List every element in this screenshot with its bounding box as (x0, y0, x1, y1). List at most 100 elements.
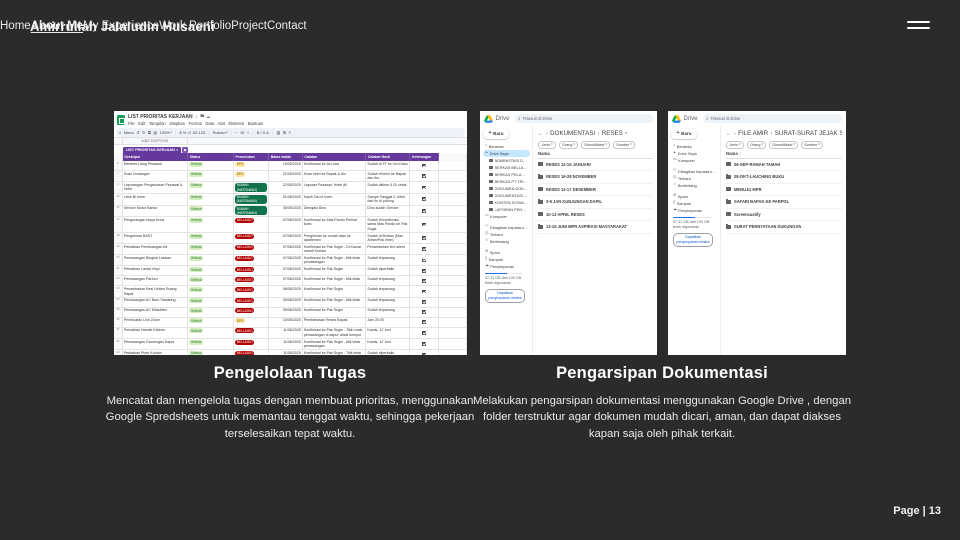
column-header: Keterangan ▾ (410, 153, 439, 161)
filter-chip: Jenis ▾ (726, 140, 745, 149)
sheets-menu-item: File (128, 121, 135, 126)
drive-sidebar-item: ADMINISTASI DPD RI (483, 157, 530, 164)
checkbox-checked-icon (422, 331, 426, 335)
cell-deskripsi: Pemasangan AC Baru Samsung (123, 297, 189, 307)
cell-peruntukan: BELLAGIO (234, 338, 270, 350)
sheet-row: 22 Pemasangan Parfum Selesai BELLAGIO 07… (114, 276, 467, 287)
plus-icon: + (676, 130, 680, 136)
chevron-down-icon: ▾ (818, 142, 820, 146)
cell-keterangan (410, 232, 439, 244)
sidebar-item-icon (489, 165, 493, 169)
folder-icon (538, 174, 543, 179)
cell-catatan-hasil: Penambahan lem silent (366, 244, 411, 255)
status-chip: Selesai (189, 244, 204, 250)
caption-title: Pengelolaan Tugas (213, 364, 367, 382)
fill-color-icon: ▨ (276, 130, 281, 135)
nav-link[interactable]: Contact (267, 20, 307, 32)
drive-sidebar: + Baru Beranda Drive Saya (480, 126, 532, 355)
star-icon: ☆ (194, 114, 199, 119)
cell-batas-waktu: 22/05/2025 (269, 182, 303, 193)
search-icon: ⌕ (706, 116, 709, 121)
drive-folder-row: 10-13 APRIL RESES (538, 209, 653, 221)
peruntukan-chip: BELLAGIO (234, 287, 255, 293)
sidebar-item-icon (489, 193, 493, 197)
drive-folder-row: Screencastify (726, 209, 842, 221)
breadcrumb: ← › FILE AMIR › SURAT-SURAT JEJAK SA... (726, 128, 842, 139)
row-number: 21 (114, 266, 123, 276)
cell-filler (439, 161, 467, 170)
font-name: Roboto (212, 130, 226, 135)
row-number: 33 (114, 350, 123, 355)
cell-deskripsi: Pengiriman BAST (123, 232, 189, 244)
cell-keterangan (410, 286, 439, 297)
cell-catatan-hasil: Sudah terpasang (366, 307, 411, 317)
row-number: 24 (114, 297, 123, 307)
cell-peruntukan: RUMAH (MATRAMAN) (234, 193, 270, 205)
storage-usage-text: 57,31 GB dari 100 GB telah digunakan (673, 220, 710, 229)
status-chip: Selesai (189, 298, 204, 304)
cell-peruntukan: BELLAGIO (234, 244, 270, 255)
cell-peruntukan: BELLAGIO (234, 297, 270, 307)
cell-filler (439, 276, 467, 286)
cell-keterangan (410, 171, 439, 182)
peruntukan-chip: BELLAGIO (234, 328, 255, 334)
caption-body: Mencatat dan mengelola tugas dengan memb… (105, 395, 475, 440)
hamburger-menu-icon[interactable] (907, 21, 930, 33)
cell-deskripsi: Laporangan Pengeluaran Pesawat & Hotel (123, 182, 189, 193)
drive-sidebar-item: Spam (483, 249, 530, 256)
nav-link[interactable]: Home (0, 20, 31, 32)
cell-deskripsi: Pemasangan Parfum (123, 276, 189, 286)
chevron-down-icon: ▾ (605, 142, 607, 146)
cell-catatan: Konfirmasi ke Ibu Lies (303, 161, 367, 170)
cell-catatan-hasil: Kamis, 12 Juni (366, 327, 411, 338)
cell-status: Selesai (188, 350, 234, 355)
align-icon: ≡ (288, 130, 291, 135)
sheets-menu-item: Sisipkan (169, 121, 186, 126)
drive-brand: Drive (495, 115, 510, 122)
cell-status: Selesai (188, 327, 234, 338)
breadcrumb-current: RESES (601, 130, 623, 137)
column-header: Peruntukan ▾ (234, 153, 270, 161)
cell-catatan-hasil: Sudah diperbaiki (Doorstop) (366, 350, 411, 355)
column-header: Catatan Hasil ▾ (366, 153, 411, 161)
status-chip: Selesai (189, 277, 204, 283)
sheet-row: 9 Laporangan Pengeluaran Pesawat & Hotel… (114, 182, 467, 194)
brand-name: Amirrullah Jalaludin Husaeni (30, 19, 215, 34)
cell-batas-waktu: 11/06/2025 (269, 327, 303, 338)
checkbox-checked-icon (422, 353, 426, 355)
row-number: 19 (114, 244, 123, 255)
number-format-icons: $ % .0 .00 123 (179, 130, 206, 135)
sheet-row: 21 Perbaikan Lantai Vinyl Selesai BELLAG… (114, 266, 467, 277)
checkbox-checked-icon (422, 342, 426, 346)
row-number: 18 (114, 232, 123, 244)
sheet-row: 25 Pemasangan AC Mitsubitsi Selesai BELL… (114, 307, 467, 318)
drive-sidebar-item: Beranda (483, 143, 530, 150)
cell-peruntukan: RUMAH (MATRAMAN) (234, 205, 270, 217)
drive-sidebar-item: Spam (671, 193, 718, 200)
breadcrumb: ← › DOKUMENTASI › RESES ▾ (538, 128, 653, 139)
peruntukan-chip: BELLAGIO (234, 218, 255, 224)
cell-catatan-hasil: Dino sudah Service (366, 205, 411, 217)
sidebar-item-icon (489, 172, 493, 176)
cell-keterangan (410, 193, 439, 205)
nav-link[interactable]: Project (231, 20, 267, 32)
checkbox-checked-icon (422, 279, 426, 283)
chevron-down-icon: ▾ (573, 142, 575, 146)
drive-sidebar-item: DOKUMEN DOKUMEN (483, 185, 530, 192)
status-chip: Selesai (189, 206, 204, 212)
get-more-storage-button: Dapatkan penyimpanan ekstra (485, 288, 525, 304)
filter-chip: Jenis ▾ (538, 140, 557, 149)
drive-folder-row: 3-9 JAN KUNJUNGAN DAPIL (538, 196, 653, 209)
chevron-down-icon: ▾ (793, 142, 795, 146)
breadcrumb-parent: DOKUMENTASI (550, 130, 596, 137)
sheets-menu-item: Edit (138, 121, 146, 126)
cell-keterangan (410, 266, 439, 276)
cell-keterangan (410, 161, 439, 170)
cell-catatan: Konfirmasi ke Pak Sugie - Titik letak (303, 350, 367, 355)
sheet-row: 32 Pemasangan Gantungan Dapur Selesai BE… (114, 338, 467, 351)
peruntukan-chip: BELLAGIO (234, 233, 255, 239)
menus-label: Menu (123, 130, 134, 135)
checkbox-checked-icon (422, 174, 426, 178)
sheet-row: 7 Scan Undangan Selesai DPD 21/05/2025 S… (114, 171, 467, 183)
status-chip: Selesai (189, 233, 204, 239)
